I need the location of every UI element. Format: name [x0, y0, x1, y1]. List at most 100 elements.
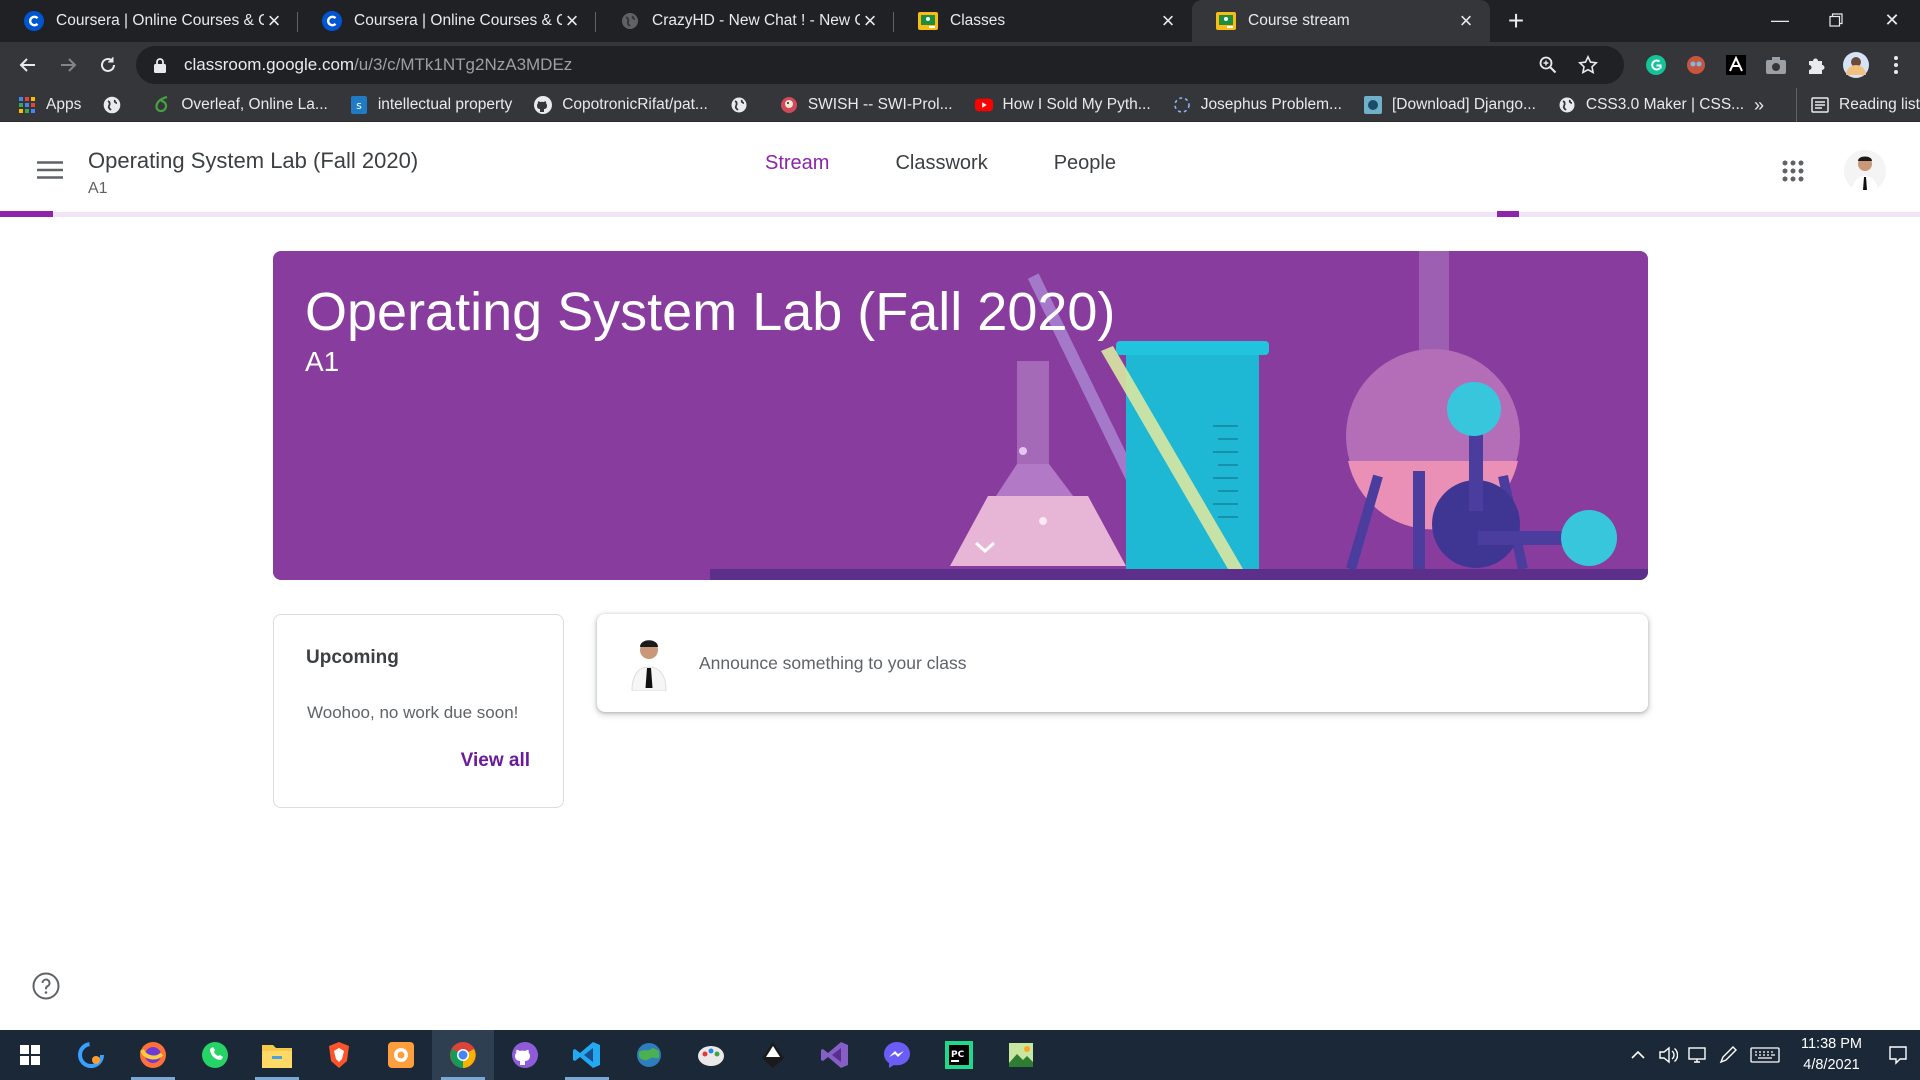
- upcoming-empty-text: Woohoo, no work due soon!: [307, 703, 519, 722]
- tab-title: Classes: [950, 12, 1006, 29]
- google-apps-icon[interactable]: [1782, 160, 1810, 188]
- github-icon: [534, 95, 553, 114]
- reading-list-button[interactable]: Reading list: [1796, 88, 1920, 122]
- upcoming-title: Upcoming: [306, 647, 399, 668]
- tab-stream[interactable]: Stream: [765, 152, 829, 175]
- vscode-icon[interactable]: [556, 1030, 618, 1080]
- url-text[interactable]: classroom.google.com/u/3/c/MTk1NTg2NzA3M…: [184, 55, 1528, 75]
- chevron-up-icon[interactable]: [1623, 1050, 1653, 1060]
- system-tray: 11:38 PM 4/8/2021: [1623, 1030, 1920, 1080]
- launcher-icon[interactable]: [60, 1030, 122, 1080]
- user-avatar: [629, 635, 669, 692]
- svg-text:s: s: [356, 99, 362, 112]
- pen-icon[interactable]: [1713, 1046, 1743, 1064]
- browser-tab-5[interactable]: Course stream ×: [1192, 0, 1490, 42]
- clock-time: 11:38 PM: [1801, 1036, 1862, 1052]
- browser-tab-strip: Coursera | Online Courses & Credentials …: [0, 0, 1920, 42]
- bookmark-css3-maker[interactable]: CSS3.0 Maker | CSS...: [1558, 96, 1744, 114]
- system-clock[interactable]: 11:38 PM 4/8/2021: [1801, 1034, 1862, 1076]
- bookmark-swish[interactable]: SWISH -- SWI-Prol...: [780, 96, 953, 114]
- browser-tab-3[interactable]: CrazyHD - New Chat ! - New Chat ×: [596, 0, 894, 42]
- pycharm-icon[interactable]: PC: [928, 1030, 990, 1080]
- view-all-link[interactable]: View all: [461, 750, 530, 772]
- reload-icon[interactable]: [88, 45, 128, 85]
- bookmark-django[interactable]: [Download] Django...: [1363, 95, 1536, 114]
- whatsapp-icon[interactable]: [184, 1030, 246, 1080]
- puzzle-icon[interactable]: [1796, 45, 1836, 85]
- notification-icon[interactable]: [1876, 1045, 1920, 1065]
- clock-date: 4/8/2021: [1803, 1057, 1860, 1073]
- address-bar[interactable]: classroom.google.com/u/3/c/MTk1NTg2NzA3M…: [136, 46, 1624, 84]
- visual-studio-icon[interactable]: [804, 1030, 866, 1080]
- browser-tab-1[interactable]: Coursera | Online Courses & Credentials …: [0, 0, 298, 42]
- class-nav-tabs: Stream Classwork People: [765, 152, 1182, 175]
- bookmark-overleaf[interactable]: Overleaf, Online La...: [153, 95, 328, 114]
- globe-icon: [1558, 96, 1576, 114]
- lock-icon[interactable]: [150, 57, 170, 73]
- back-icon[interactable]: [8, 45, 48, 85]
- globe-icon: [103, 96, 121, 114]
- close-window-icon[interactable]: ✕: [1864, 0, 1920, 40]
- bookmark-youtube[interactable]: How I Sold My Pyth...: [974, 96, 1151, 114]
- inkscape-icon[interactable]: [742, 1030, 804, 1080]
- banner-class-title[interactable]: Operating System Lab (Fall 2020): [305, 281, 1115, 343]
- extension-icon[interactable]: [1716, 45, 1756, 85]
- file-explorer-icon[interactable]: [246, 1030, 308, 1080]
- announce-box[interactable]: Announce something to your class: [597, 614, 1648, 712]
- announce-placeholder[interactable]: Announce something to your class: [699, 653, 967, 674]
- volume-icon[interactable]: [1653, 1046, 1683, 1064]
- bookmark-intellectual-property[interactable]: s intellectual property: [350, 95, 512, 114]
- extensions-area: [1636, 42, 1916, 88]
- firefox-icon[interactable]: [122, 1030, 184, 1080]
- minimize-icon[interactable]: —: [1752, 0, 1808, 40]
- classroom-header: Operating System Lab (Fall 2020) A1 Stre…: [0, 122, 1920, 217]
- close-tab-icon[interactable]: ×: [1158, 10, 1178, 32]
- bookmark-star-icon[interactable]: [1568, 55, 1608, 75]
- network-icon[interactable]: [1683, 1046, 1713, 1064]
- browser-tab-4[interactable]: Classes ×: [894, 0, 1192, 42]
- grammarly-icon[interactable]: [1636, 45, 1676, 85]
- apps-grid-icon: [18, 96, 36, 114]
- more-bookmarks-button[interactable]: »: [1754, 88, 1764, 122]
- help-icon[interactable]: [32, 972, 60, 1000]
- close-tab-icon[interactable]: ×: [264, 10, 284, 32]
- close-tab-icon[interactable]: ×: [860, 10, 880, 32]
- messenger-icon[interactable]: [866, 1030, 928, 1080]
- class-title[interactable]: Operating System Lab (Fall 2020): [88, 148, 418, 174]
- camera-icon[interactable]: [1756, 45, 1796, 85]
- tab-title: CrazyHD - New Chat ! - New Chat: [652, 12, 860, 29]
- bookmark-globe-2[interactable]: [730, 96, 758, 114]
- forward-icon[interactable]: [48, 45, 88, 85]
- tab-people[interactable]: People: [1054, 152, 1116, 175]
- bookmark-globe[interactable]: [103, 96, 131, 114]
- zoom-icon[interactable]: [1528, 56, 1568, 74]
- account-avatar[interactable]: [1844, 150, 1886, 192]
- earth-app-icon[interactable]: [618, 1030, 680, 1080]
- more-menu-icon[interactable]: [1876, 45, 1916, 85]
- keyboard-icon[interactable]: [1743, 1046, 1787, 1064]
- browser-tab-2[interactable]: Coursera | Online Courses & Credentials …: [298, 0, 596, 42]
- restore-icon[interactable]: [1808, 0, 1864, 40]
- github-desktop-icon[interactable]: [494, 1030, 556, 1080]
- coursera-icon: [24, 11, 44, 31]
- hamburger-menu-icon[interactable]: [28, 148, 72, 192]
- chrome-icon[interactable]: [432, 1030, 494, 1080]
- close-tab-icon[interactable]: ×: [562, 10, 582, 32]
- swish-icon: [780, 96, 798, 114]
- google-classroom-icon: [918, 11, 938, 31]
- extension-icon[interactable]: [1676, 45, 1716, 85]
- brave-icon[interactable]: [308, 1030, 370, 1080]
- new-tab-button[interactable]: +: [1496, 0, 1536, 42]
- profile-avatar-icon[interactable]: [1836, 45, 1876, 85]
- tab-classwork[interactable]: Classwork: [895, 152, 987, 175]
- close-tab-icon[interactable]: ×: [1456, 10, 1476, 32]
- bookmark-apps[interactable]: Apps: [18, 96, 81, 114]
- windows-start-icon[interactable]: [0, 1030, 60, 1080]
- loading-indicator: [1497, 211, 1519, 217]
- bookmark-github[interactable]: CopotronicRifat/pat...: [534, 95, 708, 114]
- image-app-icon[interactable]: [990, 1030, 1052, 1080]
- paint-app-icon[interactable]: [680, 1030, 742, 1080]
- google-classroom-icon: [1216, 11, 1236, 31]
- photo-app-icon[interactable]: [370, 1030, 432, 1080]
- bookmark-josephus[interactable]: Josephus Problem...: [1173, 96, 1342, 114]
